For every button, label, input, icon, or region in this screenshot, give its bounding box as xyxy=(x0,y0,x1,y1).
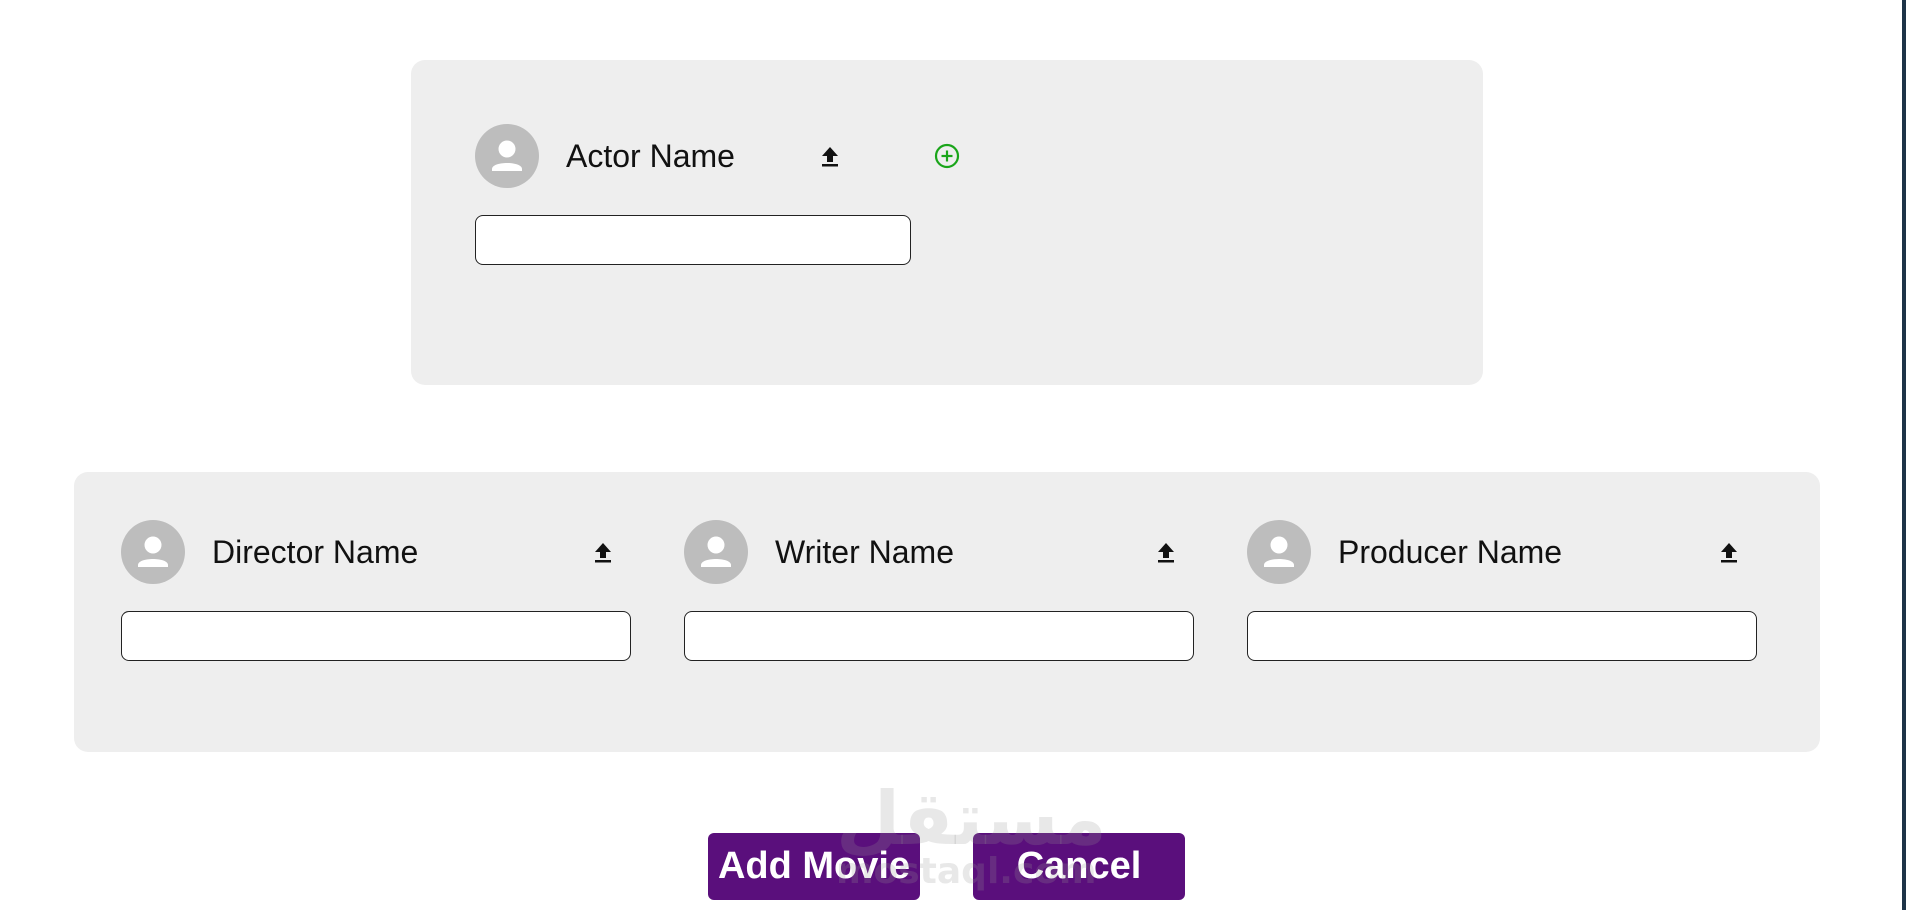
producer-name-label: Producer Name xyxy=(1338,534,1563,570)
director-name-input[interactable] xyxy=(121,611,631,661)
director-name-label: Director Name xyxy=(212,534,419,570)
add-movie-button[interactable]: Add Movie xyxy=(708,833,920,900)
writer-upload-icon[interactable] xyxy=(1154,540,1178,564)
director-upload-icon[interactable] xyxy=(591,540,615,564)
writer-name-label: Writer Name xyxy=(775,534,954,570)
window-edge xyxy=(1902,0,1906,910)
person-avatar-icon xyxy=(1247,520,1311,584)
person-avatar-icon xyxy=(684,520,748,584)
producer-row: Producer Name xyxy=(1247,520,1757,584)
cancel-button[interactable]: Cancel xyxy=(973,833,1185,900)
writer-row: Writer Name xyxy=(684,520,1194,584)
writer-name-input[interactable] xyxy=(684,611,1194,661)
add-circle-icon[interactable] xyxy=(934,143,960,169)
actor-name-label: Actor Name xyxy=(566,138,735,174)
person-avatar-icon xyxy=(475,124,539,188)
director-row: Director Name xyxy=(121,520,631,584)
producer-upload-icon[interactable] xyxy=(1717,540,1741,564)
person-avatar-icon xyxy=(121,520,185,584)
actor-row: Actor Name xyxy=(475,124,960,188)
crew-panel: Director Name Writer Name Producer Name xyxy=(74,472,1820,752)
upload-icon[interactable] xyxy=(818,144,842,168)
producer-name-input[interactable] xyxy=(1247,611,1757,661)
actor-name-input[interactable] xyxy=(475,215,911,265)
actor-panel: Actor Name xyxy=(411,60,1483,385)
